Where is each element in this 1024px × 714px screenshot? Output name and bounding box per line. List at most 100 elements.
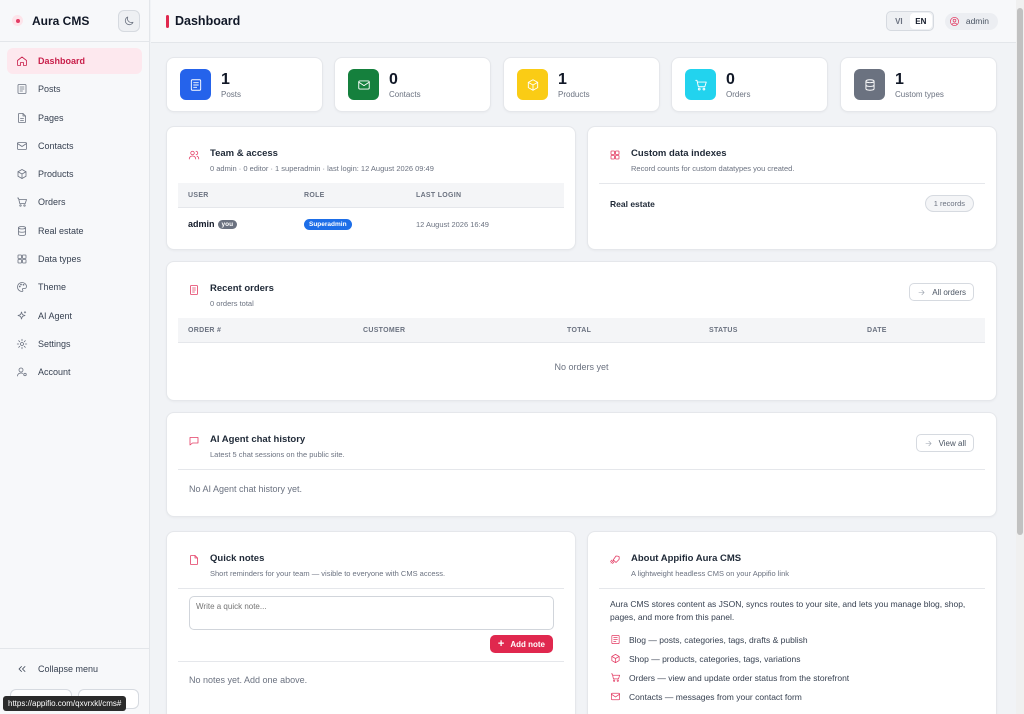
stat-icon-box <box>180 69 211 100</box>
mail-icon <box>17 141 27 150</box>
page-title: Dashboard <box>166 14 240 28</box>
stat-label: Custom types <box>895 89 944 99</box>
mail-icon <box>611 692 620 701</box>
app-name: Aura CMS <box>32 13 90 28</box>
box-icon <box>17 169 27 180</box>
col-date: DATE <box>867 326 887 334</box>
sidebar-item-pages[interactable]: Pages <box>7 105 142 131</box>
sidebar-item-ai-agent[interactable]: AI Agent <box>7 303 142 329</box>
sidebar-item-account[interactable]: Account <box>7 359 142 385</box>
lang-en-button[interactable]: EN <box>909 13 932 29</box>
sidebar-item-label: Products <box>38 169 74 180</box>
moon-icon <box>124 16 134 25</box>
col-order: ORDER # <box>188 326 222 334</box>
cart-icon <box>611 673 620 682</box>
sidebar-item-label: Contacts <box>38 140 74 151</box>
sidebar-item-posts[interactable]: Posts <box>7 76 142 102</box>
feature-text: Orders — view and update order status fr… <box>629 672 850 683</box>
add-note-button[interactable]: + Add note <box>489 635 553 653</box>
divider <box>599 588 985 589</box>
grid-icon <box>610 150 620 160</box>
feature-item: Contacts — messages from your contact fo… <box>610 691 802 702</box>
stat-card-orders[interactable]: 0 Orders <box>671 57 828 112</box>
indexes-title: Custom data indexes <box>631 148 727 159</box>
user-menu[interactable]: admin <box>944 12 998 30</box>
view-all-label: View all <box>938 438 966 448</box>
recent-orders-card: Recent orders 0 orders total All orders … <box>166 261 997 401</box>
user-circle-icon <box>949 16 959 26</box>
stat-value: 1 <box>558 70 567 88</box>
stat-icon-box <box>517 69 548 100</box>
double-chevron-left-icon <box>18 666 26 672</box>
role-badge: Superadmin <box>304 219 352 230</box>
stat-card-custom-types[interactable]: 1 Custom types <box>840 57 997 112</box>
notes-subtitle: Short reminders for your team — visible … <box>210 569 446 578</box>
posts-icon <box>190 78 201 91</box>
sidebar: Aura CMS Dashboard Posts Pages Contacts … <box>0 0 150 714</box>
grid-icon <box>17 254 27 264</box>
stat-card-contacts[interactable]: 0 Contacts <box>334 57 491 112</box>
team-access-card: Team & access 0 admin · 0 editor · 1 sup… <box>166 126 576 250</box>
quick-note-input[interactable] <box>189 596 554 630</box>
chat-empty-state: No AI Agent chat history yet. <box>189 484 303 494</box>
home-icon <box>17 56 27 66</box>
arrow-right-icon <box>925 440 932 446</box>
view-all-chats-button[interactable]: View all <box>915 434 974 452</box>
chat-subtitle: Latest 5 chat sessions on the public sit… <box>210 450 345 459</box>
quick-notes-card: Quick notes Short reminders for your tea… <box>166 531 576 714</box>
collapse-menu-button[interactable]: Collapse menu <box>7 657 142 681</box>
feature-text: Shop — products, categories, tags, varia… <box>629 653 801 664</box>
sidebar-item-real-estate[interactable]: Real estate <box>7 218 142 244</box>
notes-empty-state: No notes yet. Add one above. <box>189 675 308 685</box>
arrow-right-icon <box>918 289 925 295</box>
stat-icon-box <box>348 69 379 100</box>
orders-empty-state: No orders yet <box>554 362 609 372</box>
divider <box>599 183 985 184</box>
stat-value: 1 <box>895 70 904 88</box>
posts-icon <box>611 635 620 644</box>
note-icon <box>190 555 198 565</box>
stat-icon-box <box>854 69 885 100</box>
custom-data-indexes-card: Custom data indexes Record counts for cu… <box>587 126 997 250</box>
divider <box>178 469 985 470</box>
stat-icon-box <box>685 69 716 100</box>
users-icon <box>188 150 200 160</box>
sidebar-brand: Aura CMS <box>0 0 149 42</box>
sidebar-item-label: Orders <box>38 197 66 208</box>
sidebar-item-label: Real estate <box>38 225 84 236</box>
sidebar-item-label: Dashboard <box>38 56 86 66</box>
list-item[interactable]: Real estate 1 records <box>610 195 974 213</box>
about-title: About Appifio Aura CMS <box>631 553 742 564</box>
user-name: admin <box>965 16 989 26</box>
sidebar-item-data-types[interactable]: Data types <box>7 246 142 272</box>
stat-value: 1 <box>221 70 230 88</box>
about-description: Aura CMS stores content as JSON, syncs r… <box>610 599 966 622</box>
sidebar-item-dashboard[interactable]: Dashboard <box>7 48 142 74</box>
all-orders-button[interactable]: All orders <box>909 283 974 301</box>
database-icon <box>864 78 875 91</box>
page-scrollbar[interactable] <box>1016 0 1024 714</box>
logo-icon <box>12 15 23 26</box>
sidebar-item-products[interactable]: Products <box>7 161 142 187</box>
status-url-tooltip: https://appifio.com/qxvrxkl/cms# <box>3 696 127 711</box>
divider <box>178 588 564 589</box>
stat-label: Orders <box>726 89 751 99</box>
lang-vi-button[interactable]: VI <box>888 13 910 29</box>
index-name: Real estate <box>610 199 655 209</box>
stat-label: Posts <box>221 89 242 99</box>
feature-text: Contacts — messages from your contact fo… <box>629 691 802 702</box>
stat-card-posts[interactable]: 1 Posts <box>166 57 323 112</box>
about-card: About Appifio Aura CMS A lightweight hea… <box>587 531 997 714</box>
box-icon <box>527 78 538 91</box>
table-row: admin you Superadmin 12 August 2026 16:4… <box>178 209 564 239</box>
stat-label: Contacts <box>389 89 421 99</box>
palette-icon <box>17 282 27 293</box>
mail-icon <box>357 79 370 90</box>
theme-toggle-button[interactable] <box>118 9 140 32</box>
sidebar-item-theme[interactable]: Theme <box>7 274 142 300</box>
stat-card-products[interactable]: 1 Products <box>503 57 660 112</box>
sidebar-item-orders[interactable]: Orders <box>7 189 142 215</box>
orders-title: Recent orders <box>210 283 274 294</box>
sidebar-item-contacts[interactable]: Contacts <box>7 133 142 159</box>
sidebar-item-settings[interactable]: Settings <box>7 331 142 357</box>
